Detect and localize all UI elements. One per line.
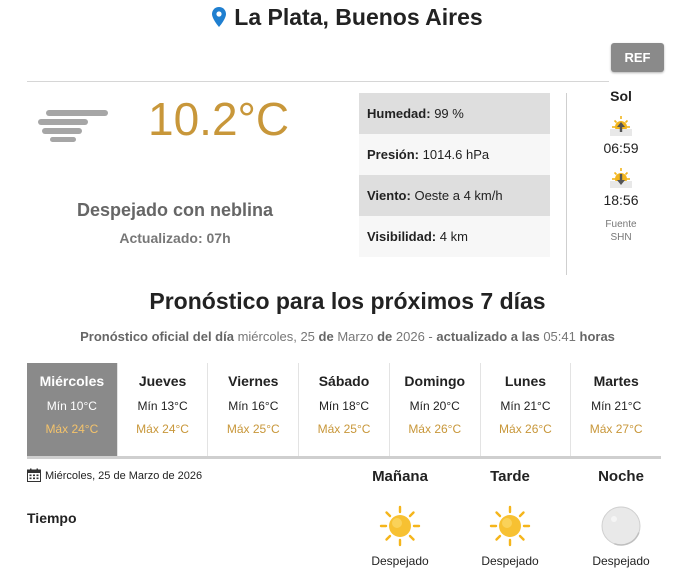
detail-row-wind: Viento: Oeste a 4 km/h: [359, 175, 550, 216]
day-name: Miércoles: [39, 373, 105, 389]
sunset-icon: [610, 168, 632, 188]
day-name: Jueves: [138, 373, 187, 389]
detail-value: 99 %: [434, 106, 464, 121]
detail-value: 1014.6 hPa: [422, 147, 490, 162]
location-pin-icon: [212, 7, 227, 27]
day-name: Domingo: [404, 373, 466, 389]
period-condition: Despejado: [481, 554, 539, 568]
current-temperature: 10.2°C: [148, 93, 290, 145]
source-label: Fuente: [605, 219, 637, 230]
subtitle-part: de: [377, 329, 393, 344]
subtitle-part: de: [318, 329, 334, 344]
source-name: SHN: [610, 232, 632, 243]
detail-value: 4 km: [439, 229, 468, 244]
day-min: Mín 18°C: [318, 399, 370, 413]
day-tab-sabado[interactable]: Sábado Mín 18°C Máx 25°C: [299, 363, 390, 456]
sunrise-icon: [610, 116, 632, 136]
detail-row-pressure: Presión: 1014.6 hPa: [359, 134, 550, 175]
detail-key: Humedad:: [367, 106, 431, 121]
day-tab-miercoles[interactable]: Miércoles Mín 10°C Máx 24°C: [27, 363, 118, 456]
sun-title: Sol: [610, 88, 632, 104]
sun-icon: [379, 505, 421, 547]
day-max: Máx 25°C: [226, 422, 280, 436]
subtitle-part: actualizado a las: [436, 329, 540, 344]
period-name: Tarde: [490, 468, 530, 485]
source-note: Fuente SHN: [585, 218, 657, 244]
period-name: Mañana: [372, 468, 428, 485]
day-name: Martes: [593, 373, 639, 389]
sun-icon: [489, 505, 531, 547]
day-max: Máx 26°C: [408, 422, 462, 436]
day-max: Máx 24°C: [136, 422, 189, 436]
day-name: Sábado: [318, 373, 370, 389]
detail-row-humidity: Humedad: 99 %: [359, 93, 550, 134]
detail-row-visibility: Visibilidad: 4 km: [359, 216, 550, 257]
detail-key: Viento:: [367, 188, 411, 203]
calendar-icon: [27, 468, 41, 482]
sunrise-time: 06:59: [603, 140, 639, 156]
sun-panel: Sol 06:59 18:56 Fuente SHN: [585, 88, 657, 244]
period-name: Noche: [598, 468, 644, 485]
fog-icon: [38, 110, 108, 142]
subtitle-part: 05:41: [543, 329, 576, 344]
day-min: Mín 20°C: [409, 399, 460, 413]
divider: [27, 81, 609, 82]
selected-date: Miércoles, 25 de Marzo de 2026: [27, 468, 202, 482]
day-tab-martes[interactable]: Martes Mín 21°C Máx 27°C: [571, 363, 661, 456]
sunset-time: 18:56: [603, 192, 639, 208]
day-min: Mín 21°C: [500, 399, 551, 413]
day-max: Máx 25°C: [317, 422, 371, 436]
day-name: Lunes: [504, 373, 547, 389]
day-tab-viernes[interactable]: Viernes Mín 16°C Máx 25°C: [208, 363, 300, 456]
day-min: Mín 21°C: [591, 399, 642, 413]
current-condition: Despejado con neblina: [76, 200, 274, 220]
updated-time: Actualizado: 07h: [119, 230, 231, 246]
subtitle-part: Marzo: [337, 329, 374, 344]
forecast-days: Miércoles Mín 10°C Máx 24°C Jueves Mín 1…: [27, 363, 661, 459]
detail-key: Presión:: [367, 147, 420, 162]
period-tarde: Tarde Despejado: [465, 468, 555, 568]
subtitle-part: Pronóstico oficial del día: [80, 329, 234, 344]
day-min: Mín 10°C: [46, 399, 97, 413]
location-title: La Plata, Buenos Aires: [0, 4, 695, 31]
location-name: La Plata, Buenos Aires: [234, 4, 483, 30]
details-table: Humedad: 99 % Presión: 1014.6 hPa Viento…: [359, 93, 550, 257]
subtitle-part: miércoles, 25: [237, 329, 315, 344]
tiempo-label: Tiempo: [27, 510, 77, 526]
subtitle-part: horas: [579, 329, 615, 344]
day-tab-lunes[interactable]: Lunes Mín 21°C Máx 26°C: [481, 363, 572, 456]
day-min: Mín 13°C: [137, 399, 188, 413]
detail-key: Visibilidad:: [367, 229, 437, 244]
day-tab-jueves[interactable]: Jueves Mín 13°C Máx 24°C: [118, 363, 209, 456]
period-noche: Noche Despejado: [576, 468, 666, 568]
vertical-divider: [566, 93, 567, 275]
moon-icon: [601, 506, 641, 546]
day-min: Mín 16°C: [228, 399, 279, 413]
period-condition: Despejado: [592, 554, 650, 568]
forecast-title: Pronóstico para los próximos 7 días: [149, 288, 546, 314]
detail-value: Oeste a 4 km/h: [414, 188, 503, 203]
forecast-subtitle: Pronóstico oficial del día miércoles, 25…: [0, 329, 695, 344]
day-max: Máx 26°C: [499, 422, 552, 436]
day-max: Máx 27°C: [589, 422, 643, 436]
ref-button[interactable]: REF: [611, 43, 664, 72]
day-max: Máx 24°C: [45, 422, 99, 436]
subtitle-part: 2026 -: [395, 329, 433, 344]
day-tab-domingo[interactable]: Domingo Mín 20°C Máx 26°C: [390, 363, 481, 456]
selected-date-text: Miércoles, 25 de Marzo de 2026: [45, 470, 203, 482]
period-manana: Mañana Despejado: [355, 468, 445, 568]
day-name: Viernes: [228, 373, 279, 389]
period-condition: Despejado: [371, 554, 429, 568]
